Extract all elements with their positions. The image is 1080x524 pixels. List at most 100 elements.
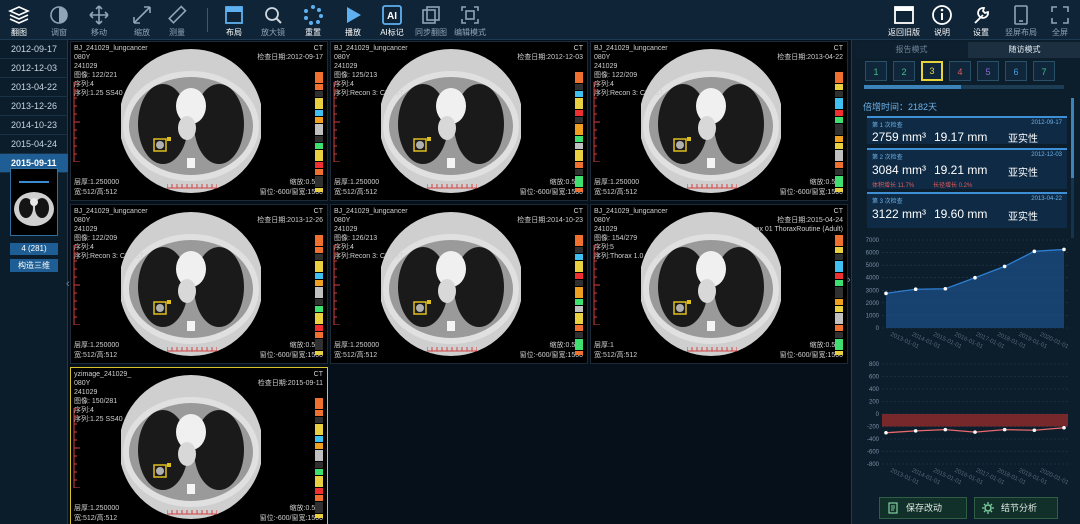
- ct-viewport[interactable]: BJ_241029_lungcancer 080Y 241029 图像: 122/22…: [70, 41, 328, 201]
- viewport-overlay-text: 图像: 125/213: [334, 72, 378, 79]
- slice-marker-bar: [575, 235, 583, 355]
- exam-card[interactable]: 第 3 次检查 2013-04-22 3122 mm³ 19.60 mm 亚实性: [867, 192, 1067, 228]
- toolbar-button-fullscreen[interactable]: 全屏: [1042, 2, 1078, 38]
- exam-number-4[interactable]: 4: [949, 61, 971, 81]
- date-item[interactable]: 2014-10-23: [0, 116, 68, 135]
- exam-card-title: 第 2 次检查: [872, 155, 903, 161]
- exam-number-6[interactable]: 6: [1005, 61, 1027, 81]
- viewport-overlay-text: 层厚:1.250000: [74, 179, 120, 186]
- viewport-overlay-text: 序列:Recon 3: CHEST: [74, 253, 144, 260]
- exam-number-scrollbar[interactable]: [864, 85, 1064, 89]
- exam-card-diameter: 19.21 mm: [934, 163, 988, 177]
- viewport-overlay-text: 241029: [74, 63, 98, 70]
- toolbar-button-reset[interactable]: 重置: [295, 2, 331, 38]
- cards-scrollbar[interactable]: [1071, 98, 1074, 238]
- save-changes-button[interactable]: 保存改动: [879, 497, 967, 519]
- data-point[interactable]: [913, 287, 918, 292]
- toolbar-button-sync[interactable]: 同步翻图: [413, 2, 449, 38]
- exam-number-7[interactable]: 7: [1033, 61, 1055, 81]
- toolbar-button-settings[interactable]: 设置: [963, 2, 999, 38]
- toolbar-button-portrait[interactable]: 竖屏布局: [1002, 2, 1040, 38]
- series-thumbnail[interactable]: [10, 168, 58, 236]
- ct-viewport[interactable]: BJ_241029_lungcancer 080Y 241029 图像: 126/21…: [330, 204, 588, 364]
- exam-number-5[interactable]: 5: [977, 61, 999, 81]
- document-icon: [888, 502, 898, 514]
- study-date-list: 2012-09-17 2012-12-03 2013-04-22 2013-12-26…: [0, 40, 68, 524]
- toolbar-button-measure[interactable]: 测量: [159, 2, 195, 38]
- viewport-overlay-text: 宽:512/高:512: [74, 352, 118, 359]
- date-item[interactable]: 2015-04-24: [0, 135, 68, 154]
- date-item[interactable]: 2013-12-26: [0, 97, 68, 116]
- toolbar-label: 同步翻图: [415, 28, 447, 37]
- viewport-overlay-text: 图像: 126/213: [334, 235, 378, 242]
- data-point[interactable]: [1002, 427, 1007, 432]
- ct-viewport[interactable]: BJ_241029_lungcancer 080Y 241029 图像: 125/21…: [330, 41, 588, 201]
- viewport-overlay-text: CT: [573, 45, 583, 52]
- ct-viewport[interactable]: yzimage_241029_ 080Y 241029 图像: 150/281 序列:4…: [70, 367, 328, 524]
- toolbar-button-help[interactable]: 说明: [924, 2, 960, 38]
- data-point[interactable]: [973, 430, 977, 434]
- toolbar-button-old-version[interactable]: 返回旧版: [885, 2, 923, 38]
- date-item[interactable]: 2013-04-22: [0, 78, 68, 97]
- toolbar-label: 播放: [345, 28, 361, 37]
- data-point[interactable]: [943, 286, 948, 291]
- y-tick-label: 7000: [866, 238, 880, 244]
- data-point[interactable]: [1032, 249, 1037, 254]
- viewport-overlay-text: 宽:512/高:512: [334, 352, 378, 359]
- scrollbar-thumb[interactable]: [1071, 98, 1074, 178]
- ct-viewport[interactable]: BJ_241029_lungcancer 080Y 241029 图像: 122/20…: [70, 204, 328, 364]
- toolbar-button-layers[interactable]: 翻图: [1, 2, 37, 38]
- y-tick-label: -800: [867, 462, 880, 468]
- data-point[interactable]: [884, 430, 888, 435]
- y-tick-label: 6000: [866, 251, 880, 257]
- toolbar-button-magnifier[interactable]: 放大镜: [255, 2, 291, 38]
- toolbar-label: 放大镜: [261, 28, 285, 37]
- data-point[interactable]: [1062, 247, 1066, 252]
- ct-viewport[interactable]: BJ_241029_lungcancer 080Y 241029 图像: 154/27…: [590, 204, 848, 364]
- scrollbar-thumb[interactable]: [864, 85, 961, 89]
- exam-card[interactable]: 第 1 次检查 2012-09-17 2759 mm³ 19.17 mm 亚实性: [867, 116, 1067, 145]
- data-point[interactable]: [1032, 428, 1037, 433]
- exam-card[interactable]: 第 2 次检查 2012-12-03 3084 mm³ 19.21 mm 亚实性 体积增长…: [867, 148, 1067, 189]
- slice-marker-bar: [315, 235, 323, 355]
- data-point[interactable]: [913, 429, 918, 433]
- data-point[interactable]: [884, 291, 888, 296]
- toolbar-button-zoom[interactable]: 缩放: [124, 2, 160, 38]
- magnifier-icon: [265, 7, 282, 24]
- prev-arrow-icon[interactable]: ‹: [66, 278, 70, 290]
- toolbar-button-edit-mode[interactable]: 编辑模式: [452, 2, 488, 38]
- exam-number-3[interactable]: 3: [921, 61, 943, 81]
- toolbar-button-play[interactable]: 播放: [335, 2, 371, 38]
- tab-report-mode[interactable]: 报告模式: [855, 42, 968, 58]
- ct-viewport[interactable]: BJ_241029_lungcancer 080Y 241029 图像: 122/20…: [590, 41, 848, 201]
- vertical-ruler: [73, 245, 80, 325]
- viewport-overlay-text: 序列:Thorax 1.0 B31f: [594, 253, 660, 260]
- exam-card-date: 2013-04-22: [1031, 196, 1062, 202]
- viewport-overlay-text: 宽:512/高:512: [594, 352, 638, 359]
- exam-card-type: 亚实性: [1008, 212, 1038, 223]
- viewport-overlay-text: 层厚:1.250000: [74, 342, 120, 349]
- y-tick-label: 800: [869, 362, 880, 368]
- toolbar-button-ai[interactable]: AI AI标记: [374, 2, 410, 38]
- exam-card-type: 亚实性: [1008, 168, 1038, 179]
- y-tick-label: 0: [876, 326, 880, 332]
- data-point[interactable]: [1002, 264, 1007, 269]
- date-item[interactable]: 2012-12-03: [0, 59, 68, 78]
- nodule-analysis-button[interactable]: 结节分析: [974, 497, 1058, 519]
- data-point[interactable]: [1062, 425, 1066, 430]
- toolbar-button-contrast[interactable]: 调窗: [41, 2, 77, 38]
- horizontal-ruler: [167, 510, 217, 515]
- viewport-overlay-text: 241029: [74, 226, 98, 233]
- exam-card-volume: 3084 mm³: [872, 163, 927, 177]
- toolbar-button-move[interactable]: 移动: [81, 2, 117, 38]
- exam-number-1[interactable]: 1: [865, 61, 887, 81]
- data-point[interactable]: [973, 275, 977, 280]
- viewport-overlay-text: 检查日期:2012-12-03: [517, 54, 583, 61]
- tab-followup-mode[interactable]: 随访模式: [968, 42, 1080, 58]
- toolbar-button-layout[interactable]: 布局: [216, 2, 252, 38]
- date-item[interactable]: 2012-09-17: [0, 40, 68, 59]
- exam-number-2[interactable]: 2: [893, 61, 915, 81]
- data-point[interactable]: [943, 427, 948, 432]
- build-3d-button[interactable]: 构造三维: [10, 259, 58, 272]
- viewport-overlay-text: 窗位:-600/窗宽:1500: [519, 352, 583, 359]
